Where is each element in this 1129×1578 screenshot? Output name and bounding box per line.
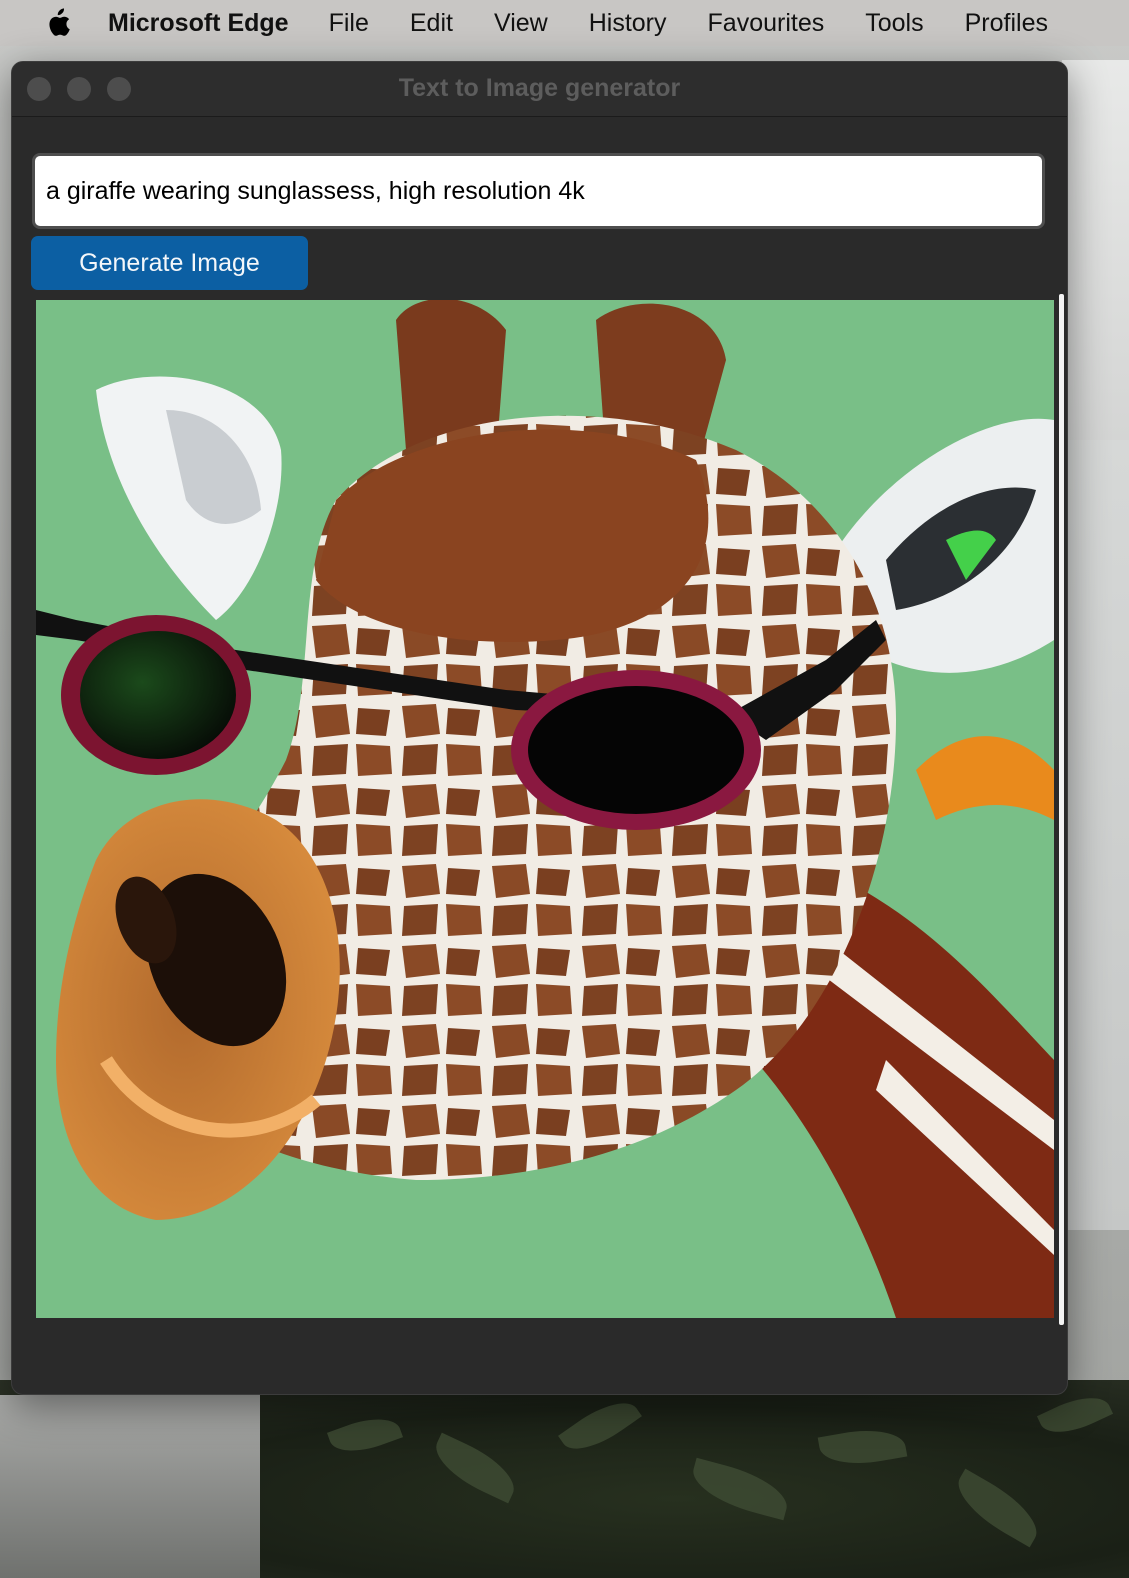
menu-profiles[interactable]: Profiles <box>965 9 1048 38</box>
window-titlebar[interactable]: Text to Image generator <box>12 62 1067 117</box>
app-window: Text to Image generator Generate Image <box>11 61 1068 1395</box>
menu-history[interactable]: History <box>589 9 667 38</box>
menu-file[interactable]: File <box>329 9 369 38</box>
generated-image <box>36 300 1054 1318</box>
menu-app-name[interactable]: Microsoft Edge <box>108 9 289 38</box>
image-scrollbar[interactable] <box>1059 294 1064 1325</box>
menu-view[interactable]: View <box>494 9 548 38</box>
apple-logo-icon[interactable] <box>38 8 78 38</box>
window-title: Text to Image generator <box>398 74 681 102</box>
menu-bar: Microsoft Edge File Edit View History Fa… <box>0 0 1129 46</box>
menu-edit[interactable]: Edit <box>410 9 453 38</box>
menu-tools[interactable]: Tools <box>865 9 923 38</box>
prompt-input[interactable] <box>32 153 1045 229</box>
background-wall <box>1062 60 1129 440</box>
generate-image-button[interactable]: Generate Image <box>31 236 308 290</box>
giraffe-illustration <box>36 300 1054 1318</box>
background-cabinet <box>0 1395 260 1578</box>
background-poster <box>1062 440 1129 1230</box>
menu-favourites[interactable]: Favourites <box>708 9 825 38</box>
